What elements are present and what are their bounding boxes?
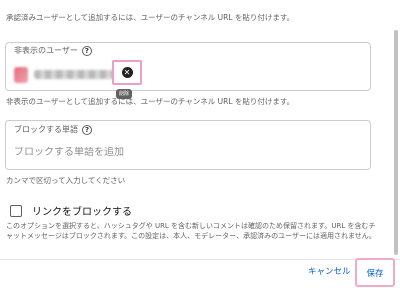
approved-users-hint: 承認済みユーザーとして追加するには、ユーザーのチャンネル URL を貼り付けます… [6, 13, 295, 22]
blocked-words-input[interactable] [14, 147, 354, 158]
blocked-words-hint: カンマで区切って入力してください [6, 176, 126, 185]
scrollbar-thumb[interactable] [394, 30, 398, 255]
cancel-button[interactable]: キャンセル [308, 265, 351, 277]
close-icon: ✕ [121, 67, 133, 78]
block-links-checkbox[interactable] [10, 204, 22, 217]
scrollbar[interactable] [392, 0, 400, 256]
block-links-option[interactable]: リンクをブロックする [10, 203, 132, 218]
remove-user-button[interactable]: ✕ [112, 60, 142, 85]
footer-divider [0, 259, 400, 260]
blocked-words-field[interactable]: ブロックする単語 ? [5, 120, 371, 170]
help-icon[interactable]: ? [82, 124, 92, 135]
comment-settings-dialog: 承認済みユーザーとして追加するには、ユーザーのチャンネル URL を貼り付けます… [0, 0, 400, 288]
hidden-users-field[interactable]: 非表示のユーザー ? [5, 42, 371, 91]
help-icon[interactable]: ? [81, 45, 92, 56]
save-button[interactable]: 保存 [355, 258, 395, 287]
block-links-description: このオプションを選択すると、ハッシュタグや URL を含む新しいコメントは確認の… [6, 222, 376, 240]
avatar [14, 66, 28, 83]
hidden-users-hint: 非表示のユーザーとして追加するには、ユーザーのチャンネル URL を貼り付けます… [6, 97, 295, 106]
block-links-label[interactable]: リンクをブロックする [32, 203, 132, 218]
hidden-users-label: 非表示のユーザー [14, 46, 78, 55]
blocked-words-label: ブロックする単語 [14, 125, 78, 134]
